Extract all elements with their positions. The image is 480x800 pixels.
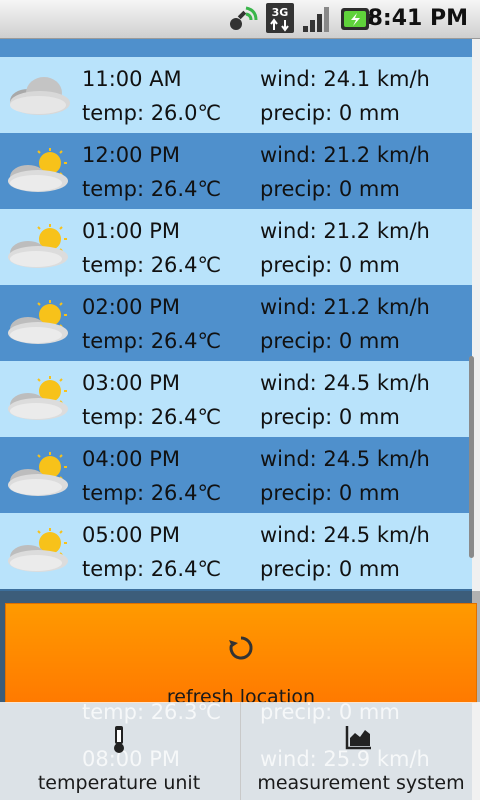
forecast-time: 12:00 PM — [82, 143, 180, 167]
forecast-temp: temp: 26.4℃ — [82, 329, 222, 353]
status-clock: 8:41 PM — [367, 6, 468, 31]
forecast-temp: temp: 26.4℃ — [82, 253, 222, 277]
temperature-unit-label: temperature unit — [37, 772, 201, 794]
forecast-wind: wind: 21.2 km/h — [260, 219, 430, 243]
forecast-precip: precip: 0 mm — [260, 177, 400, 201]
forecast-temp: temp: 26.4℃ — [82, 557, 222, 581]
forecast-temp: temp: 26.0℃ — [82, 101, 222, 125]
forecast-time: 02:00 PM — [82, 295, 180, 319]
forecast-precip: precip: 0 mm — [260, 253, 400, 277]
options-menu: refresh location temp: 26.3℃ precip: 0 m… — [0, 591, 480, 800]
forecast-time: 05:00 PM — [82, 523, 180, 547]
status-bar: 3G 8:41 PM — [0, 0, 480, 39]
partly-cloudy-icon — [8, 148, 68, 192]
partly-cloudy-icon — [8, 300, 68, 344]
forecast-row[interactable]: 12:00 PM temp: 26.4℃ wind: 21.2 km/h pre… — [0, 133, 472, 209]
forecast-time: 11:00 AM — [82, 67, 182, 91]
forecast-precip: precip: 0 mm — [260, 557, 400, 581]
forecast-row[interactable]: 04:00 PM temp: 26.4℃ wind: 24.5 km/h pre… — [0, 437, 472, 513]
forecast-time: 04:00 PM — [82, 447, 180, 471]
forecast-wind: wind: 24.5 km/h — [260, 371, 430, 395]
forecast-time: 01:00 PM — [82, 219, 180, 243]
forecast-time: 03:00 PM — [82, 371, 180, 395]
forecast-wind: wind: 24.5 km/h — [260, 523, 430, 547]
forecast-row[interactable]: 11:00 AM temp: 26.0℃ wind: 24.1 km/h pre… — [0, 57, 472, 133]
forecast-wind: wind: 24.1 km/h — [260, 67, 430, 91]
forecast-precip: precip: 0 mm — [260, 481, 400, 505]
network-type-label: 3G — [272, 6, 289, 19]
partly-cloudy-icon — [8, 452, 68, 496]
partly-cloudy-icon — [8, 224, 68, 268]
forecast-row[interactable]: 05:00 PM temp: 26.4℃ wind: 24.5 km/h pre… — [0, 513, 472, 589]
forecast-temp: temp: 26.4℃ — [82, 177, 222, 201]
temperature-unit-button[interactable]: temperature unit — [0, 702, 238, 800]
forecast-precip: precip: 0 mm — [260, 405, 400, 429]
refresh-location-button[interactable]: refresh location — [5, 603, 477, 708]
forecast-wind: wind: 24.5 km/h — [260, 447, 430, 471]
forecast-wind: wind: 21.2 km/h — [260, 295, 430, 319]
thermometer-icon — [114, 726, 124, 753]
measurement-system-label: measurement system — [257, 772, 465, 794]
forecast-row[interactable]: 01:00 PM temp: 26.4℃ wind: 21.2 km/h pre… — [0, 209, 472, 285]
forecast-precip: precip: 0 mm — [260, 329, 400, 353]
satellite-icon — [230, 6, 258, 30]
forecast-wind: wind: 21.2 km/h — [260, 143, 430, 167]
menu-bottom-row: temp: 26.3℃ precip: 0 mm 08:00 PM wind: … — [0, 700, 480, 800]
measurement-system-button[interactable]: measurement system — [240, 702, 480, 800]
forecast-temp: temp: 26.4℃ — [82, 481, 222, 505]
network-3g-icon: 3G — [266, 3, 294, 33]
cloud-icon — [10, 77, 70, 115]
refresh-icon — [229, 636, 253, 660]
signal-strength-icon — [303, 7, 329, 32]
forecast-row[interactable]: 03:00 PM temp: 26.4℃ wind: 24.5 km/h pre… — [0, 361, 472, 437]
forecast-temp: temp: 26.4℃ — [82, 405, 222, 429]
chart-icon — [345, 726, 371, 750]
forecast-row[interactable]: 02:00 PM temp: 26.4℃ wind: 21.2 km/h pre… — [0, 285, 472, 361]
partly-cloudy-icon — [8, 376, 68, 420]
partly-cloudy-icon — [8, 528, 68, 572]
forecast-precip: precip: 0 mm — [260, 101, 400, 125]
scrollbar-thumb[interactable] — [469, 356, 474, 558]
